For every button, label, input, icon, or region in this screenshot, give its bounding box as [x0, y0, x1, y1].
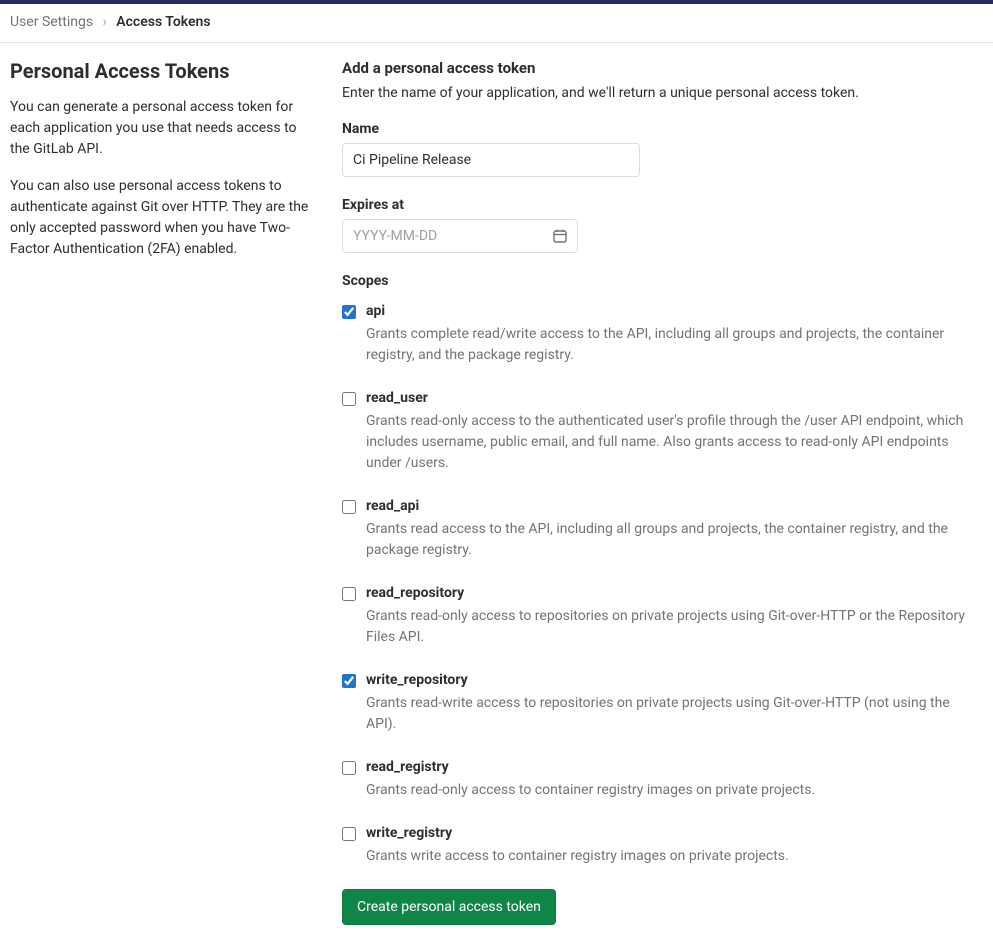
- name-label: Name: [342, 121, 983, 137]
- form-subtitle: Enter the name of your application, and …: [342, 85, 983, 101]
- scope-name[interactable]: read_user: [366, 388, 983, 409]
- scope-item-read_registry: read_registryGrants read-only access to …: [342, 757, 983, 801]
- scope-checkbox-write_repository[interactable]: [342, 674, 356, 688]
- breadcrumb: User Settings › Access Tokens: [0, 4, 993, 43]
- scope-checkbox-read_user[interactable]: [342, 392, 356, 406]
- scope-description: Grants read-only access to repositories …: [366, 606, 983, 648]
- scope-name[interactable]: write_registry: [366, 823, 983, 844]
- scope-name[interactable]: read_api: [366, 496, 983, 517]
- scope-checkbox-api[interactable]: [342, 305, 356, 319]
- scope-name[interactable]: read_repository: [366, 583, 983, 604]
- scope-description: Grants read-only access to the authentic…: [366, 411, 983, 474]
- expires-label: Expires at: [342, 197, 983, 213]
- create-token-button[interactable]: Create personal access token: [342, 889, 556, 925]
- scope-item-read_repository: read_repositoryGrants read-only access t…: [342, 583, 983, 648]
- scope-checkbox-read_repository[interactable]: [342, 587, 356, 601]
- name-input[interactable]: [342, 143, 640, 177]
- scope-item-read_api: read_apiGrants read access to the API, i…: [342, 496, 983, 561]
- info-paragraph-1: You can generate a personal access token…: [10, 97, 312, 160]
- form-title: Add a personal access token: [342, 59, 983, 77]
- page-title: Personal Access Tokens: [10, 59, 312, 83]
- breadcrumb-current: Access Tokens: [116, 14, 210, 30]
- scope-item-write_repository: write_repositoryGrants read-write access…: [342, 670, 983, 735]
- chevron-right-icon: ›: [103, 14, 107, 30]
- scope-description: Grants write access to container registr…: [366, 846, 983, 867]
- scope-description: Grants read-write access to repositories…: [366, 693, 983, 735]
- scope-item-read_user: read_userGrants read-only access to the …: [342, 388, 983, 474]
- scope-checkbox-read_api[interactable]: [342, 500, 356, 514]
- scope-name[interactable]: read_registry: [366, 757, 983, 778]
- scope-checkbox-write_registry[interactable]: [342, 827, 356, 841]
- scope-description: Grants read access to the API, including…: [366, 519, 983, 561]
- token-form: Add a personal access token Enter the na…: [342, 59, 983, 925]
- scope-name[interactable]: api: [366, 301, 983, 322]
- scope-description: Grants read-only access to container reg…: [366, 780, 983, 801]
- scopes-label: Scopes: [342, 273, 983, 289]
- info-panel: Personal Access Tokens You can generate …: [10, 59, 312, 925]
- info-paragraph-2: You can also use personal access tokens …: [10, 176, 312, 260]
- scope-name[interactable]: write_repository: [366, 670, 983, 691]
- expires-input[interactable]: [342, 219, 578, 253]
- scope-item-write_registry: write_registryGrants write access to con…: [342, 823, 983, 867]
- scope-checkbox-read_registry[interactable]: [342, 761, 356, 775]
- breadcrumb-parent[interactable]: User Settings: [10, 14, 93, 30]
- scope-description: Grants complete read/write access to the…: [366, 324, 983, 366]
- scope-item-api: apiGrants complete read/write access to …: [342, 301, 983, 366]
